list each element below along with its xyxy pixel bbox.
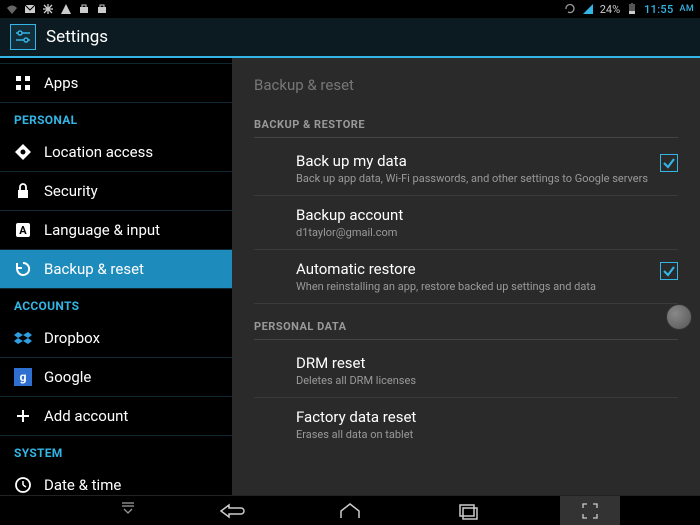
nav-screenshot-button[interactable] (560, 496, 620, 525)
pane-title: Backup & reset (254, 76, 678, 94)
section-backup-restore: BACKUP & RESTORE (254, 112, 678, 138)
wifi-weak-icon (6, 3, 18, 15)
action-bar: Settings (0, 18, 700, 58)
row-backup-my-data[interactable]: Back up my data Back up app data, Wi-Fi … (254, 142, 678, 196)
nav-back-button[interactable] (218, 501, 246, 521)
status-left (6, 3, 108, 15)
section-personal-data: PERSONAL DATA (254, 314, 678, 340)
nav-expand-hint-icon[interactable] (118, 499, 138, 518)
battery-pct: 24% (600, 3, 620, 16)
nav-recent-button[interactable] (454, 501, 482, 521)
clock-ampm: AM (680, 4, 694, 14)
sidebar-item-label: Date & time (44, 476, 121, 494)
svg-text:g: g (20, 370, 27, 384)
location-icon (14, 143, 32, 161)
row-title: Backup account (296, 206, 678, 224)
battery-icon (626, 3, 638, 15)
row-title: DRM reset (296, 354, 678, 372)
row-title: Back up my data (296, 152, 650, 170)
checkbox-auto-restore[interactable] (660, 262, 678, 280)
row-backup-account[interactable]: Backup account d1taylor@gmail.com (254, 196, 678, 250)
sidebar-item-google[interactable]: g Google (0, 358, 232, 397)
sidebar-item-label: Add account (44, 407, 128, 425)
clock-time: 11:55 (644, 3, 673, 16)
row-title: Factory data reset (296, 408, 678, 426)
settings-detail-pane: Backup & reset BACKUP & RESTORE Back up … (232, 58, 700, 495)
sidebar-header-personal: PERSONAL (0, 103, 232, 133)
body: Apps PERSONAL Location access Security A… (0, 58, 700, 495)
sidebar-header-system: SYSTEM (0, 436, 232, 466)
sidebar-item-label: Dropbox (44, 329, 100, 347)
assistive-touch-handle[interactable] (666, 304, 692, 330)
row-title: Automatic restore (296, 260, 650, 278)
sidebar-item-datetime[interactable]: Date & time (0, 466, 232, 495)
sidebar-item-label: Location access (44, 143, 153, 161)
language-icon: A (14, 221, 32, 239)
row-subtitle: Back up app data, Wi-Fi passwords, and o… (296, 172, 650, 185)
sidebar-item-add-account[interactable]: Add account (0, 397, 232, 436)
navigation-bar (0, 495, 700, 525)
sidebar-item-label: Language & input (44, 221, 160, 239)
google-icon: g (14, 368, 32, 386)
screen: 24% 11:55 AM Settings Apps PERSONAL Loca… (0, 0, 700, 525)
row-drm-reset[interactable]: DRM reset Deletes all DRM licenses (254, 344, 678, 398)
action-bar-title: Settings (46, 27, 108, 47)
settings-sidebar: Apps PERSONAL Location access Security A… (0, 58, 232, 495)
mail-icon (24, 3, 36, 15)
sidebar-item-apps[interactable]: Apps (0, 64, 232, 103)
signal-icon (582, 3, 594, 15)
status-bar: 24% 11:55 AM (0, 0, 700, 18)
sidebar-item-label: Google (44, 368, 91, 386)
sidebar-item-label: Backup & reset (44, 260, 144, 278)
checkbox-backup-data[interactable] (660, 154, 678, 172)
settings-app-icon[interactable] (10, 24, 36, 50)
sidebar-item-backup[interactable]: Backup & reset (0, 250, 232, 289)
asterisk-icon (42, 3, 54, 15)
status-right: 24% 11:55 AM (564, 3, 694, 16)
store-2-icon (96, 3, 108, 15)
warning-icon (60, 3, 72, 15)
row-automatic-restore[interactable]: Automatic restore When reinstalling an a… (254, 250, 678, 304)
restore-icon (14, 260, 32, 278)
sidebar-item-label: Apps (44, 74, 78, 92)
sidebar-item-label: Security (44, 182, 98, 200)
sidebar-item-dropbox[interactable]: Dropbox (0, 319, 232, 358)
sync-icon (564, 3, 576, 15)
sidebar-header-accounts: ACCOUNTS (0, 289, 232, 319)
svg-text:A: A (19, 224, 27, 237)
row-factory-reset[interactable]: Factory data reset Erases all data on ta… (254, 398, 678, 451)
clock-icon (14, 476, 32, 494)
row-subtitle: Erases all data on tablet (296, 428, 678, 441)
plus-icon (14, 407, 32, 425)
row-subtitle: When reinstalling an app, restore backed… (296, 280, 650, 293)
row-subtitle: Deletes all DRM licenses (296, 374, 678, 387)
row-subtitle: d1taylor@gmail.com (296, 226, 678, 239)
apps-icon (14, 74, 32, 92)
sidebar-item-language[interactable]: A Language & input (0, 211, 232, 250)
lock-icon (14, 182, 32, 200)
sidebar-item-security[interactable]: Security (0, 172, 232, 211)
dropbox-icon (14, 329, 32, 347)
store-icon (78, 3, 90, 15)
sidebar-item-location[interactable]: Location access (0, 133, 232, 172)
nav-home-button[interactable] (336, 501, 364, 521)
